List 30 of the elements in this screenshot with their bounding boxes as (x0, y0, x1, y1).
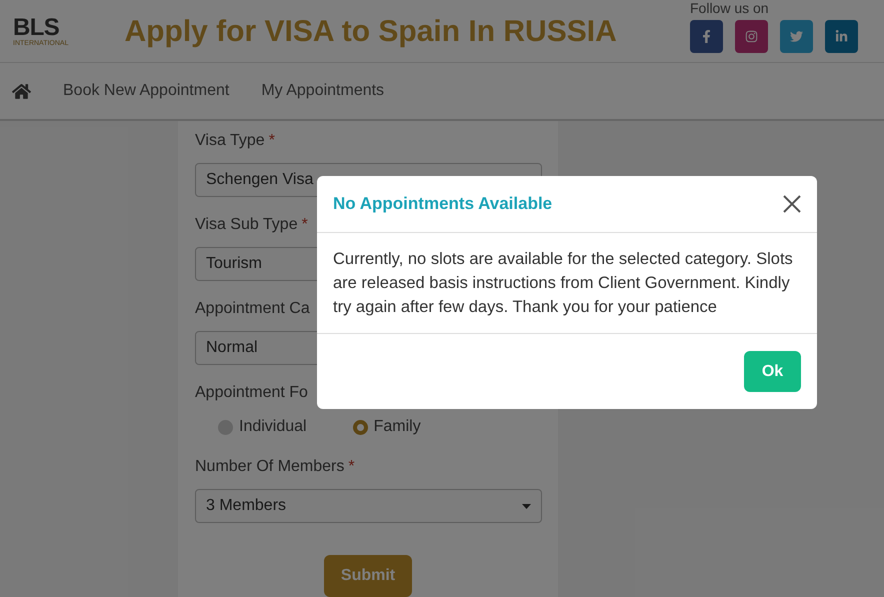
field-label: Visa Sub Type (195, 215, 298, 235)
follow-label: Follow us on (690, 0, 770, 18)
field-label: Number Of Members (195, 457, 344, 477)
social-link[interactable] (780, 20, 813, 52)
required-mark: * (348, 457, 355, 477)
linkedin-icon (835, 30, 848, 42)
required-mark: * (268, 131, 275, 151)
dialog-title: No Appointments Available (333, 193, 552, 216)
radio-option[interactable]: Family (352, 415, 421, 439)
social-link[interactable] (690, 20, 723, 52)
submit-button[interactable]: Submit (324, 555, 412, 597)
social-link[interactable] (825, 20, 858, 52)
facebook-icon (700, 30, 713, 42)
instagram-icon (745, 30, 758, 42)
dialog-message: Currently, no slots are available for the selected category. Slots are released basis instructions from Client Government. Kindly try again after few days. Thank you for your patience (317, 233, 817, 334)
field-label: Visa Type (195, 131, 265, 151)
nav-link[interactable]: Book New Appointment (63, 79, 230, 103)
caret-icon (522, 504, 531, 508)
page-title: Apply for VISA to Spain In RUSSIA (124, 14, 617, 50)
radio-option[interactable]: Individual (218, 415, 307, 439)
select-field[interactable]: 3 Members (195, 489, 542, 523)
field-label: Appointment Ca (195, 299, 310, 319)
required-mark: * (302, 215, 308, 235)
social-link[interactable] (735, 20, 768, 52)
field-label: Appointment Fo (195, 383, 308, 403)
close-icon[interactable] (783, 195, 801, 213)
nav-link[interactable]: My Appointments (261, 79, 384, 103)
ok-button[interactable]: Ok (744, 351, 801, 392)
home-icon[interactable] (12, 82, 31, 100)
bird-icon (790, 30, 803, 42)
